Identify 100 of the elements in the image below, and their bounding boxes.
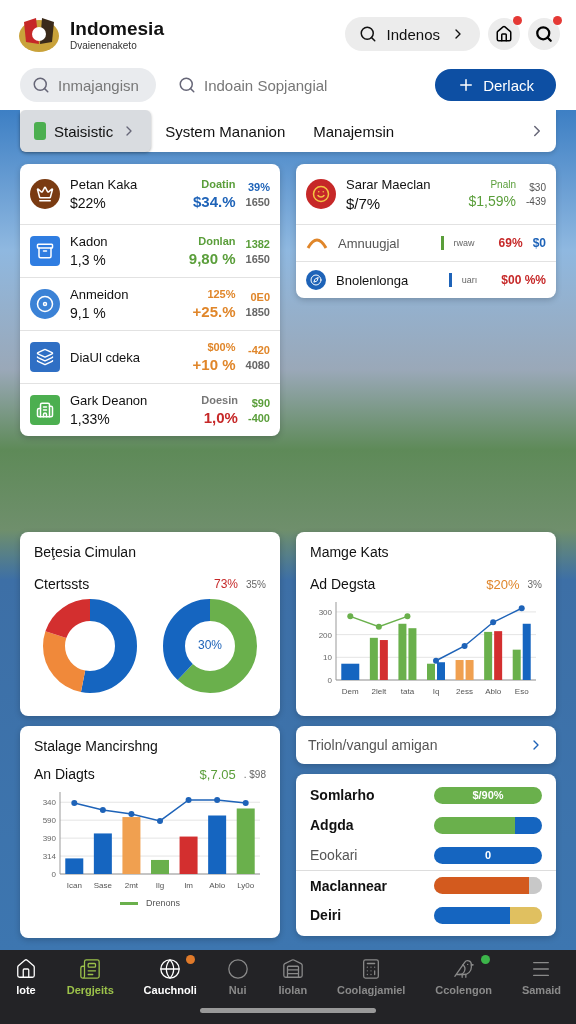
nav-item[interactable]: lote	[12, 958, 39, 996]
stat-figure: -400	[247, 411, 270, 424]
newspaper-icon	[79, 958, 102, 980]
chart-figure: . $98	[243, 768, 266, 780]
search-field[interactable]: Inmajangisn	[20, 68, 156, 102]
nav-item[interactable]: Ccolengon	[433, 958, 495, 996]
axis-label: Im	[184, 881, 193, 890]
row-name: Amnuugjal	[338, 235, 401, 251]
stat-caption: 125%	[207, 288, 236, 300]
stat-figure: 4080	[245, 358, 270, 371]
summary-caption: Pnaln	[490, 179, 516, 190]
layers-icon	[30, 342, 60, 372]
stat-name: Petan Kaka	[70, 177, 138, 192]
nav-item[interactable]: Nui	[224, 958, 251, 996]
chart-subtitle: Ad Degsta	[310, 576, 377, 592]
axis-label: Ablo	[209, 881, 226, 890]
app-title: Indomesia	[70, 17, 165, 40]
card-title: Beţesia Cimulan	[34, 544, 137, 560]
card-title: Mamge Kats	[310, 544, 390, 560]
donut-center-label: 30%	[198, 638, 223, 652]
app-subtitle: Dvaienenaketo	[70, 39, 138, 51]
chart-bar	[408, 628, 417, 680]
home-button[interactable]	[488, 18, 520, 50]
stat-value: 1,33%	[70, 411, 110, 427]
row-tag: rwaw	[453, 238, 475, 248]
chart-bar	[65, 858, 84, 874]
card-title: Stalage Mancirshng	[34, 738, 159, 754]
axis-label: Sase	[93, 881, 112, 890]
progress-fill: $/90%	[434, 786, 542, 804]
axis-label: Ilg	[155, 881, 165, 890]
nav-label: Ccolengon	[435, 984, 493, 996]
nav-label: Samaid	[521, 984, 562, 996]
chart-bar	[369, 637, 378, 680]
stat-figure: 0E0	[250, 290, 270, 303]
nav-label: lote	[16, 984, 36, 996]
chart-bar	[236, 808, 255, 874]
axis-label: Ablo	[485, 687, 502, 696]
chart-subtitle: Ctertssts	[34, 576, 91, 592]
stat-change: +10 %	[192, 356, 236, 373]
stat-value: 9,1 %	[70, 305, 106, 321]
axis-label: 340	[42, 798, 56, 808]
chart-bar	[208, 815, 227, 874]
nav-item[interactable]: Iiolan	[276, 958, 310, 996]
nav-label: Dergjeits	[66, 984, 114, 996]
tab[interactable]: System Mananion	[151, 110, 300, 152]
summary-figure: -439	[526, 195, 546, 207]
home-icon	[14, 958, 37, 980]
search-field[interactable]: Indoain Sopjangial	[166, 68, 362, 102]
axis-label: 2lelt	[371, 687, 387, 696]
nav-item[interactable]: Dergjeits	[64, 958, 116, 996]
chart-bar	[93, 833, 112, 874]
summary-change: $1,59%	[468, 193, 516, 209]
search-button[interactable]: Indenos	[344, 17, 480, 51]
axis-label: Ly0o	[237, 881, 255, 890]
chart-bar	[494, 631, 503, 680]
axis-label: 0	[327, 676, 332, 685]
stat-figure: $90	[251, 396, 270, 409]
tab[interactable]: Manajemsin	[299, 110, 409, 152]
chart-figure: $20%	[486, 576, 520, 592]
compass-icon	[306, 270, 326, 290]
globe-icon	[159, 958, 182, 980]
chart-bar	[484, 631, 493, 680]
stat-change: 9,80 %	[188, 250, 236, 267]
meter-label: Eookari	[310, 847, 358, 863]
progress-fill: 0	[434, 846, 542, 864]
axis-label: Ican	[66, 881, 82, 890]
nav-item[interactable]: Cauchnoli	[141, 958, 199, 996]
nav-label: Iiolan	[278, 984, 308, 996]
stat-value: $22%	[70, 195, 106, 211]
axis-label: 390	[42, 834, 56, 844]
nav-item[interactable]: Coolagjamiel	[334, 958, 408, 996]
stat-name: Gark Deanon	[70, 393, 148, 408]
stat-figure: 1650	[245, 195, 270, 208]
search-icon	[535, 25, 553, 43]
stat-change: +25.%	[192, 303, 236, 320]
stat-caption: Doesin	[201, 394, 238, 406]
chart-bar	[341, 663, 360, 680]
stat-figure: 1850	[245, 305, 270, 318]
search-button[interactable]	[528, 18, 560, 50]
chart-bar	[122, 817, 141, 874]
badge-icon	[306, 179, 336, 209]
nav-item[interactable]: Samaid	[519, 958, 564, 996]
axis-label: 2mt	[124, 881, 139, 890]
nav-label: Nui	[228, 984, 247, 996]
axis-label: 590	[42, 816, 56, 826]
bird-icon	[452, 958, 475, 980]
stat-name: DiaUl cdeka	[70, 349, 141, 365]
nav-label: Coolagjamiel	[336, 984, 406, 996]
chart-bar	[398, 623, 407, 680]
add-button[interactable]: Derlack	[435, 69, 556, 101]
axis-label: tata	[400, 687, 415, 696]
meter-label: Adgda	[310, 817, 354, 833]
chart-bar	[437, 662, 445, 680]
stat-change: $34.%	[192, 193, 236, 210]
crown-icon	[30, 179, 60, 209]
stat-figure: 39%	[247, 180, 270, 193]
search-icon	[358, 25, 377, 43]
box-icon	[30, 236, 60, 266]
link-row[interactable]: Trioln/vangul amigan	[296, 726, 556, 764]
tab[interactable]: Staisistic	[20, 110, 152, 152]
